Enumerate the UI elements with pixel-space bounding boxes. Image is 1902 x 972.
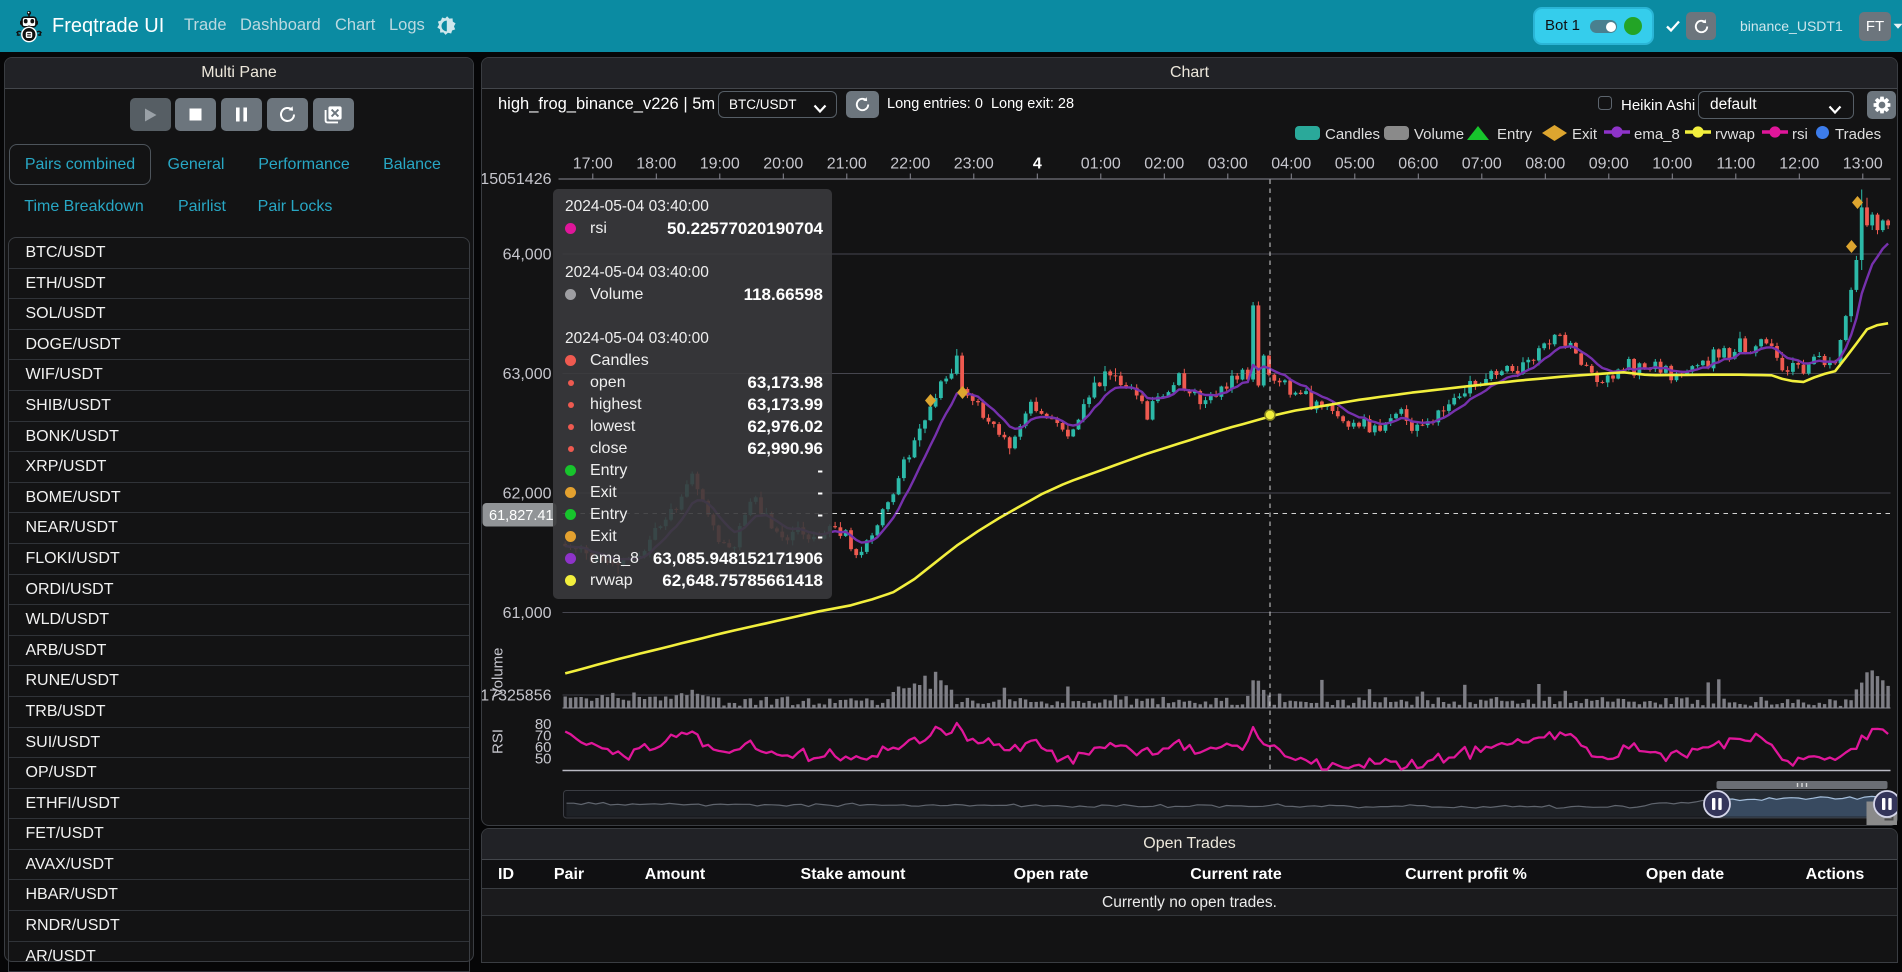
- svg-text:04:00: 04:00: [1271, 156, 1311, 173]
- svg-text:4: 4: [1033, 156, 1042, 173]
- svg-text:19:00: 19:00: [700, 156, 740, 173]
- svg-text:13:00: 13:00: [1843, 156, 1883, 173]
- svg-text:63,000: 63,000: [503, 366, 552, 383]
- svg-text:61,827.41: 61,827.41: [489, 508, 554, 524]
- svg-text:01:00: 01:00: [1081, 156, 1121, 173]
- svg-text:62,000: 62,000: [503, 486, 552, 503]
- svg-text:20:00: 20:00: [763, 156, 803, 173]
- svg-text:50: 50: [535, 751, 552, 768]
- svg-text:61,000: 61,000: [503, 605, 552, 622]
- svg-text:23:00: 23:00: [954, 156, 994, 173]
- svg-text:05:00: 05:00: [1335, 156, 1375, 173]
- svg-text:02:00: 02:00: [1144, 156, 1184, 173]
- svg-text:RSI: RSI: [490, 729, 507, 754]
- svg-text:18:00: 18:00: [636, 156, 676, 173]
- svg-text:09:00: 09:00: [1589, 156, 1629, 173]
- svg-text:Volume: Volume: [490, 647, 507, 697]
- svg-text:22:00: 22:00: [890, 156, 930, 173]
- svg-text:08:00: 08:00: [1525, 156, 1565, 173]
- svg-text:07:00: 07:00: [1462, 156, 1502, 173]
- svg-text:17:00: 17:00: [573, 156, 613, 173]
- svg-text:64,000: 64,000: [503, 247, 552, 264]
- svg-text:06:00: 06:00: [1398, 156, 1438, 173]
- svg-text:12:00: 12:00: [1779, 156, 1819, 173]
- svg-text:515051426: 515051426: [482, 171, 552, 188]
- svg-text:21:00: 21:00: [827, 156, 867, 173]
- svg-text:03:00: 03:00: [1208, 156, 1248, 173]
- svg-text:10:00: 10:00: [1652, 156, 1692, 173]
- svg-text:11:00: 11:00: [1716, 156, 1755, 173]
